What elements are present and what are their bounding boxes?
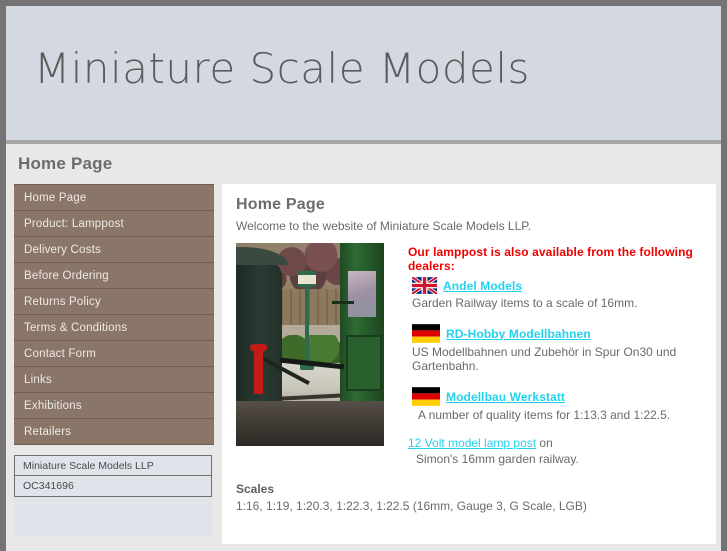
dealers-title: Our lamppost is also available from the … xyxy=(408,245,693,273)
dealer-description: US Modellbahnen und Zubehör in Spur On30… xyxy=(412,345,677,373)
site-title: Miniature Scale Models xyxy=(34,44,530,93)
company-info-box: Miniature Scale Models LLP OC341696 xyxy=(14,455,212,497)
dealer-row: Andel Models xyxy=(412,277,702,294)
sidebar-item-retailers[interactable]: Retailers xyxy=(14,419,214,445)
page-frame: Miniature Scale Models Home Page Home Pa… xyxy=(6,6,721,551)
sidebar: Home Page Product: Lamppost Delivery Cos… xyxy=(14,184,214,537)
dealer-row: Modellbau Werkstatt xyxy=(412,387,702,406)
garden-railway-lamppost-photo xyxy=(236,243,384,446)
dealers-list: Our lamppost is also available from the … xyxy=(408,243,702,466)
dealer-description: Garden Railway items to a scale of 16mm. xyxy=(412,296,638,310)
germany-flag-icon xyxy=(412,387,440,406)
dealers-section: Our lamppost is also available from the … xyxy=(236,243,702,466)
sidebar-item-delivery-costs[interactable]: Delivery Costs xyxy=(14,237,214,263)
page-titlebar: Home Page xyxy=(6,144,721,184)
sidebar-item-contact-form[interactable]: Contact Form xyxy=(14,341,214,367)
dealer-link-andel-models[interactable]: Andel Models xyxy=(443,279,522,293)
dealer-description: A number of quality items for 1:13.3 and… xyxy=(418,408,671,422)
scales-heading: Scales xyxy=(236,482,275,496)
dealer-row: RD-Hobby Modellbahnen xyxy=(412,324,702,343)
sidebar-item-returns-policy[interactable]: Returns Policy xyxy=(14,289,214,315)
sidebar-item-terms-conditions[interactable]: Terms & Conditions xyxy=(14,315,214,341)
content-heading: Home Page xyxy=(236,196,325,213)
dealer-link-rd-hobby-modellbahnen[interactable]: RD-Hobby Modellbahnen xyxy=(446,327,591,341)
dealer-link-modellbau-werkstatt[interactable]: Modellbau Werkstatt xyxy=(446,390,565,404)
uk-flag-icon xyxy=(412,277,437,294)
site-masthead: Miniature Scale Models xyxy=(6,6,721,144)
main-content: Home Page Welcome to the website of Mini… xyxy=(222,184,716,544)
scales-text: 1:16, 1:19, 1:20.3, 1:22.3, 1:22.5 (16mm… xyxy=(236,499,587,513)
photo-credit-link[interactable]: 12 Volt model lamp post xyxy=(408,436,536,450)
sidebar-item-product-lamppost[interactable]: Product: Lamppost xyxy=(14,211,214,237)
body-columns: Home Page Product: Lamppost Delivery Cos… xyxy=(6,184,721,544)
sidebar-item-links[interactable]: Links xyxy=(14,367,214,393)
page-title: Home Page xyxy=(18,154,113,173)
sidebar-item-exhibitions[interactable]: Exhibitions xyxy=(14,393,214,419)
scales-section: Scales 1:16, 1:19, 1:20.3, 1:22.3, 1:22.… xyxy=(236,482,702,513)
photo-credit-line2: Simon's 16mm garden railway. xyxy=(416,452,579,466)
sidebar-nav: Home Page Product: Lamppost Delivery Cos… xyxy=(14,184,214,445)
company-name: Miniature Scale Models LLP xyxy=(15,456,211,476)
sidebar-item-home-page[interactable]: Home Page xyxy=(14,185,214,211)
intro-text: Welcome to the website of Miniature Scal… xyxy=(236,219,532,233)
photo-credit: 12 Volt model lamp post on xyxy=(408,436,702,450)
germany-flag-icon xyxy=(412,324,440,343)
sidebar-item-before-ordering[interactable]: Before Ordering xyxy=(14,263,214,289)
company-registration-number: OC341696 xyxy=(23,480,74,492)
photo-credit-suffix: on xyxy=(536,436,553,450)
sidebar-filler xyxy=(14,497,212,537)
